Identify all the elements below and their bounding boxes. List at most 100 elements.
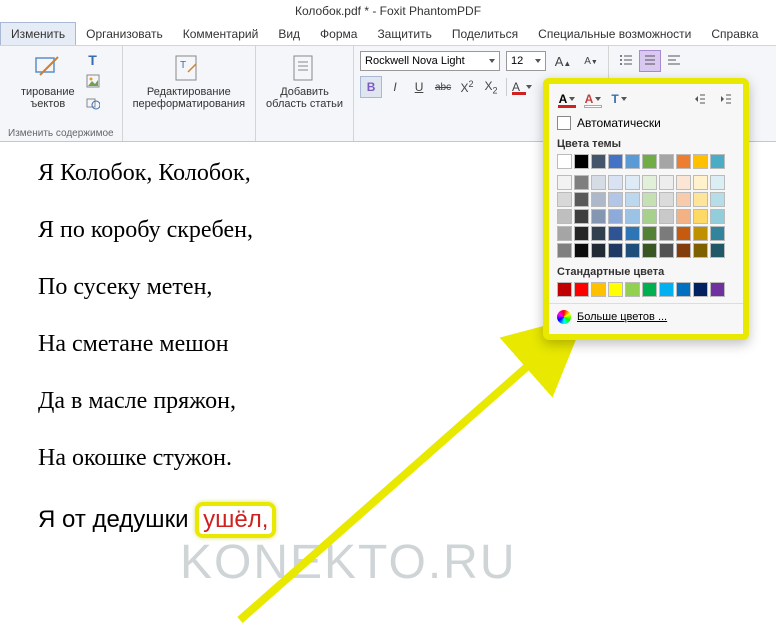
color-swatch[interactable]: [676, 209, 691, 224]
color-swatch[interactable]: [642, 226, 657, 241]
color-swatch[interactable]: [574, 154, 589, 169]
menu-tab-2[interactable]: Комментарий: [173, 23, 269, 45]
font-color-button[interactable]: A: [511, 76, 533, 98]
color-swatch[interactable]: [676, 175, 691, 190]
color-swatch[interactable]: [608, 175, 623, 190]
color-swatch[interactable]: [693, 154, 708, 169]
color-swatch[interactable]: [642, 209, 657, 224]
shape-tool-button[interactable]: [83, 94, 103, 114]
color-swatch[interactable]: [574, 243, 589, 258]
menu-tab-3[interactable]: Вид: [268, 23, 310, 45]
color-swatch[interactable]: [608, 192, 623, 207]
color-swatch[interactable]: [710, 154, 725, 169]
color-swatch[interactable]: [608, 243, 623, 258]
color-swatch[interactable]: [710, 243, 725, 258]
color-swatch[interactable]: [574, 282, 589, 297]
color-swatch[interactable]: [608, 226, 623, 241]
color-swatch[interactable]: [625, 209, 640, 224]
menu-tab-5[interactable]: Защитить: [367, 23, 441, 45]
color-swatch[interactable]: [574, 192, 589, 207]
color-automatic[interactable]: Автоматически: [549, 112, 743, 134]
color-swatch[interactable]: [557, 282, 572, 297]
color-swatch[interactable]: [591, 226, 606, 241]
italic-button[interactable]: I: [384, 76, 406, 98]
numbered-list-button[interactable]: [639, 50, 661, 72]
color-swatch[interactable]: [693, 209, 708, 224]
indent-popup-button[interactable]: [713, 88, 737, 110]
color-swatch[interactable]: [693, 243, 708, 258]
color-swatch[interactable]: [608, 209, 623, 224]
color-swatch[interactable]: [693, 282, 708, 297]
add-article-button[interactable]: Добавить область статьи: [264, 50, 345, 112]
color-swatch[interactable]: [591, 192, 606, 207]
align-left-button[interactable]: [663, 50, 685, 72]
superscript-button[interactable]: X2: [456, 76, 478, 98]
color-swatch[interactable]: [710, 209, 725, 224]
color-swatch[interactable]: [642, 282, 657, 297]
highlight-color-button[interactable]: A: [581, 88, 605, 110]
color-swatch[interactable]: [676, 282, 691, 297]
subscript-button[interactable]: X2: [480, 76, 502, 98]
color-swatch[interactable]: [676, 192, 691, 207]
color-swatch[interactable]: [710, 192, 725, 207]
color-swatch[interactable]: [625, 154, 640, 169]
color-swatch[interactable]: [642, 175, 657, 190]
color-swatch[interactable]: [557, 192, 572, 207]
color-swatch[interactable]: [625, 226, 640, 241]
color-swatch[interactable]: [710, 175, 725, 190]
text-tool-button[interactable]: T: [83, 50, 103, 70]
highlighted-word[interactable]: ушёл,: [195, 502, 276, 538]
document-line[interactable]: Да в масле пряжон,: [38, 388, 776, 415]
menu-tab-4[interactable]: Форма: [310, 23, 367, 45]
color-swatch[interactable]: [625, 175, 640, 190]
menu-tab-6[interactable]: Поделиться: [442, 23, 528, 45]
color-swatch[interactable]: [676, 154, 691, 169]
color-swatch[interactable]: [642, 243, 657, 258]
color-swatch[interactable]: [625, 282, 640, 297]
color-swatch[interactable]: [693, 226, 708, 241]
color-swatch[interactable]: [693, 175, 708, 190]
color-swatch[interactable]: [659, 192, 674, 207]
color-swatch[interactable]: [591, 209, 606, 224]
color-swatch[interactable]: [659, 175, 674, 190]
color-swatch[interactable]: [659, 226, 674, 241]
color-swatch[interactable]: [574, 175, 589, 190]
color-swatch[interactable]: [574, 209, 589, 224]
color-swatch[interactable]: [557, 209, 572, 224]
menu-tab-8[interactable]: Справка: [701, 23, 768, 45]
color-swatch[interactable]: [591, 175, 606, 190]
color-swatch[interactable]: [625, 243, 640, 258]
color-swatch[interactable]: [557, 154, 572, 169]
menu-tab-7[interactable]: Специальные возможности: [528, 23, 701, 45]
color-swatch[interactable]: [591, 243, 606, 258]
font-color-a-button[interactable]: A: [555, 88, 579, 110]
document-line[interactable]: Я от дедушки ушёл,: [38, 502, 776, 538]
color-swatch[interactable]: [557, 243, 572, 258]
bold-button[interactable]: B: [360, 76, 382, 98]
color-swatch[interactable]: [676, 243, 691, 258]
color-swatch[interactable]: [557, 226, 572, 241]
color-swatch[interactable]: [608, 282, 623, 297]
color-swatch[interactable]: [642, 154, 657, 169]
document-line[interactable]: На окошке стужон.: [38, 445, 776, 472]
color-swatch[interactable]: [591, 154, 606, 169]
grow-font-button[interactable]: A▲: [552, 50, 574, 72]
more-colors[interactable]: Больше цветов ...: [549, 303, 743, 330]
color-swatch[interactable]: [591, 282, 606, 297]
color-swatch[interactable]: [642, 192, 657, 207]
color-swatch[interactable]: [693, 192, 708, 207]
color-swatch[interactable]: [659, 243, 674, 258]
color-swatch[interactable]: [659, 282, 674, 297]
bullet-list-button[interactable]: [615, 50, 637, 72]
text-tool-t-button[interactable]: T: [607, 88, 631, 110]
underline-button[interactable]: U: [408, 76, 430, 98]
color-swatch[interactable]: [676, 226, 691, 241]
color-swatch[interactable]: [710, 226, 725, 241]
outdent-popup-button[interactable]: [687, 88, 711, 110]
shrink-font-button[interactable]: A▼: [580, 50, 602, 72]
color-swatch[interactable]: [625, 192, 640, 207]
image-tool-button[interactable]: [83, 72, 103, 92]
color-swatch[interactable]: [659, 209, 674, 224]
color-swatch[interactable]: [608, 154, 623, 169]
edit-objects-button[interactable]: тирование ъектов: [19, 50, 77, 112]
